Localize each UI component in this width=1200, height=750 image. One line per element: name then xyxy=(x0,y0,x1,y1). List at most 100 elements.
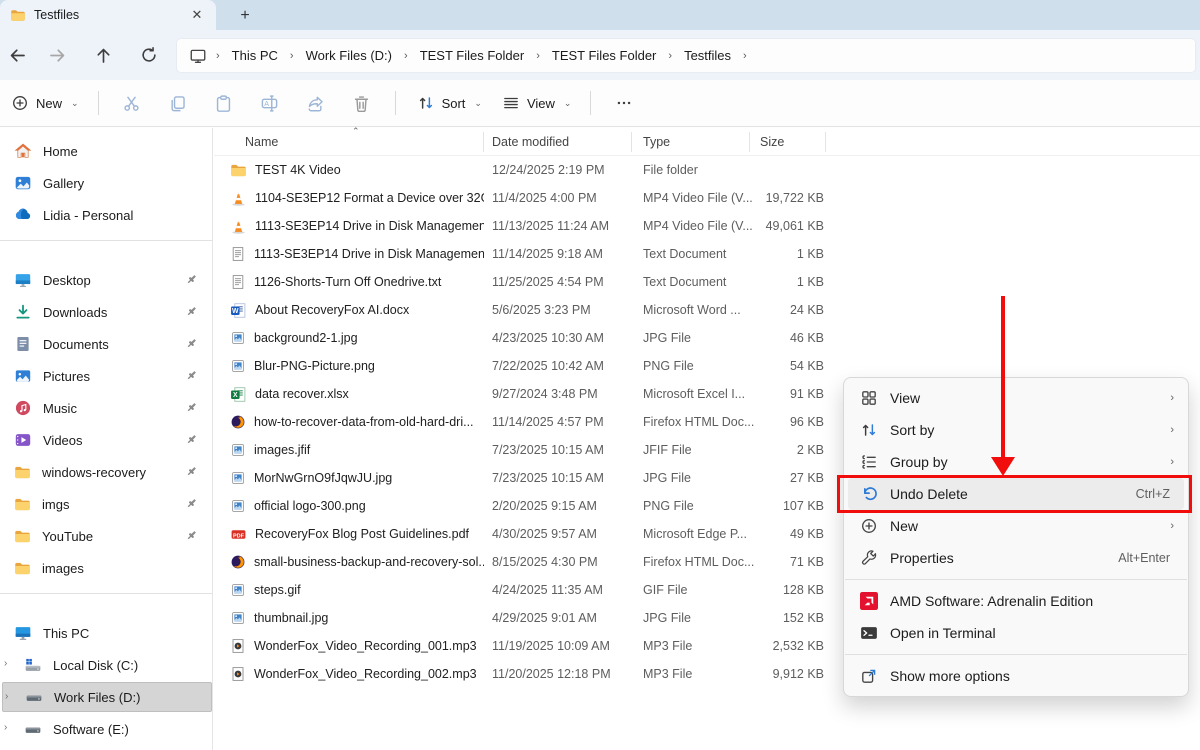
menu-item-label: Properties xyxy=(890,550,954,566)
menu-item-properties[interactable]: PropertiesAlt+Enter xyxy=(848,542,1184,574)
copy-button[interactable] xyxy=(161,86,195,120)
menu-item-open-in-terminal[interactable]: Open in Terminal xyxy=(848,617,1184,649)
file-name: 1126-Shorts-Turn Off Onedrive.txt xyxy=(254,275,441,289)
file-row[interactable]: 1126-Shorts-Turn Off Onedrive.txt11/25/2… xyxy=(214,268,1200,296)
view-lines-icon xyxy=(502,94,520,112)
expand-chevron-icon[interactable]: › xyxy=(4,658,16,672)
menu-item-undo-delete[interactable]: Undo DeleteCtrl+Z xyxy=(848,478,1184,510)
sidebar-item-gallery[interactable]: Gallery xyxy=(2,168,208,198)
navigation-pane: HomeGalleryLidia - Personal DesktopDownlo… xyxy=(0,128,213,750)
sidebar-item-imgs[interactable]: imgs xyxy=(2,489,208,519)
file-date: 7/22/2025 10:42 AM xyxy=(484,359,632,373)
sidebar-item-downloads[interactable]: Downloads xyxy=(2,297,208,327)
file-row[interactable]: 1104-SE3EP12 Format a Device over 32G...… xyxy=(214,184,1200,212)
terminal-icon xyxy=(860,624,878,642)
sidebar-item-work-files-d[interactable]: ›Work Files (D:) xyxy=(2,682,212,712)
properties-icon xyxy=(860,549,878,567)
sort-icon xyxy=(860,421,878,439)
new-tab-button[interactable]: + xyxy=(232,4,258,28)
breadcrumb-item[interactable]: TEST Files Folder xyxy=(411,42,534,69)
file-row[interactable]: 1113-SE3EP14 Drive in Disk Management ..… xyxy=(214,240,1200,268)
tab-testfiles[interactable]: Testfiles ✕ xyxy=(0,0,216,30)
pictures-icon xyxy=(14,367,32,385)
sidebar-item-music[interactable]: Music xyxy=(2,393,208,423)
breadcrumb-item[interactable]: TEST Files Folder xyxy=(543,42,666,69)
sidebar-item-youtube[interactable]: YouTube xyxy=(2,521,208,551)
toolbar-button-label: New xyxy=(36,96,62,111)
file-type: Microsoft Excel I... xyxy=(632,387,750,401)
breadcrumb-item[interactable]: Testfiles xyxy=(675,42,740,69)
menu-item-show-more-options[interactable]: Show more options xyxy=(848,660,1184,692)
file-type: JPG File xyxy=(632,331,750,345)
toolbar-button-label: Sort xyxy=(442,96,466,111)
delete-button[interactable] xyxy=(345,86,379,120)
menu-item-label: Show more options xyxy=(890,668,1010,684)
sidebar-item-label: images xyxy=(42,561,84,576)
column-header-date-modified[interactable]: Date modified xyxy=(484,132,632,152)
view-button[interactable]: View⌄ xyxy=(493,86,581,120)
file-size: 9,912 KB xyxy=(750,667,826,681)
back-icon xyxy=(8,46,27,65)
file-row[interactable]: WAbout RecoveryFox AI.docx5/6/2025 3:23 … xyxy=(214,296,1200,324)
back-button[interactable] xyxy=(2,41,32,69)
sidebar-item-label: imgs xyxy=(42,497,69,512)
share-button[interactable] xyxy=(299,86,333,120)
pin-icon xyxy=(185,369,198,385)
up-button[interactable] xyxy=(88,41,118,69)
excel-icon: X xyxy=(230,386,247,403)
forward-button[interactable] xyxy=(42,41,72,69)
sidebar-item-software-e[interactable]: ›Software (E:) xyxy=(2,714,208,744)
file-row[interactable]: Blur-PNG-Picture.png7/22/2025 10:42 AMPN… xyxy=(214,352,1200,380)
folder-icon xyxy=(230,162,247,179)
file-row[interactable]: background2-1.jpg4/23/2025 10:30 AMJPG F… xyxy=(214,324,1200,352)
file-type: Text Document xyxy=(632,247,750,261)
menu-item-sort-by[interactable]: Sort by› xyxy=(848,414,1184,446)
more-button[interactable] xyxy=(607,86,641,120)
sidebar-gap xyxy=(0,604,212,616)
expand-chevron-icon[interactable]: › xyxy=(4,722,16,736)
sidebar-item-pictures[interactable]: Pictures xyxy=(2,361,208,391)
file-row[interactable]: 1113-SE3EP14 Drive in Disk Management ..… xyxy=(214,212,1200,240)
sidebar-item-documents[interactable]: Documents xyxy=(2,329,208,359)
paste-icon xyxy=(214,94,233,113)
column-header-name[interactable]: Name xyxy=(214,132,484,152)
sidebar-item-lidia-personal[interactable]: Lidia - Personal xyxy=(2,200,208,230)
sidebar-item-desktop[interactable]: Desktop xyxy=(2,265,208,295)
column-header-size[interactable]: Size xyxy=(750,132,826,152)
sidebar-item-images[interactable]: images xyxy=(2,553,208,583)
cut-button[interactable] xyxy=(115,86,149,120)
menu-item-group-by[interactable]: Group by› xyxy=(848,446,1184,478)
breadcrumb-item[interactable]: Work Files (D:) xyxy=(297,42,401,69)
file-name: thumbnail.jpg xyxy=(254,611,328,625)
address-bar[interactable]: ›This PC›Work Files (D:)›TEST Files Fold… xyxy=(176,38,1196,73)
pin-icon xyxy=(185,305,198,321)
sidebar-item-home[interactable]: Home xyxy=(2,136,208,166)
refresh-button[interactable] xyxy=(134,41,164,69)
sort-button[interactable]: Sort⌄ xyxy=(408,86,491,120)
file-name: how-to-recover-data-from-old-hard-dri... xyxy=(254,415,474,429)
column-header-type[interactable]: Type xyxy=(632,132,750,152)
sidebar-item-this-pc[interactable]: This PC xyxy=(2,618,208,648)
paste-button[interactable] xyxy=(207,86,241,120)
new-button[interactable]: New ⌄ xyxy=(2,86,88,120)
sidebar-item-videos[interactable]: Videos xyxy=(2,425,208,455)
drive-windows-icon xyxy=(24,656,42,674)
rename-button[interactable]: A xyxy=(253,86,287,120)
up-icon xyxy=(94,46,113,65)
file-row[interactable]: TEST 4K Video12/24/2025 2:19 PMFile fold… xyxy=(214,156,1200,184)
folder-icon xyxy=(14,560,31,577)
breadcrumb-item[interactable]: This PC xyxy=(223,42,287,69)
file-type: GIF File xyxy=(632,583,750,597)
sidebar-item-local-disk-c[interactable]: ›Local Disk (C:) xyxy=(2,650,208,680)
close-icon[interactable]: ✕ xyxy=(186,4,208,26)
expand-chevron-icon[interactable]: › xyxy=(5,691,17,705)
file-size: 71 KB xyxy=(750,555,826,569)
menu-item-view[interactable]: View› xyxy=(848,382,1184,414)
file-size: 91 KB xyxy=(750,387,826,401)
menu-item-amd-software[interactable]: AMD Software: Adrenalin Edition xyxy=(848,585,1184,617)
sidebar-item-windows-recovery[interactable]: windows-recovery xyxy=(2,457,208,487)
image-icon xyxy=(230,358,246,374)
menu-item-new[interactable]: New› xyxy=(848,510,1184,542)
file-name: 1113-SE3EP14 Drive in Disk Management ..… xyxy=(254,247,484,261)
chevron-down-icon: ⌄ xyxy=(71,98,79,109)
